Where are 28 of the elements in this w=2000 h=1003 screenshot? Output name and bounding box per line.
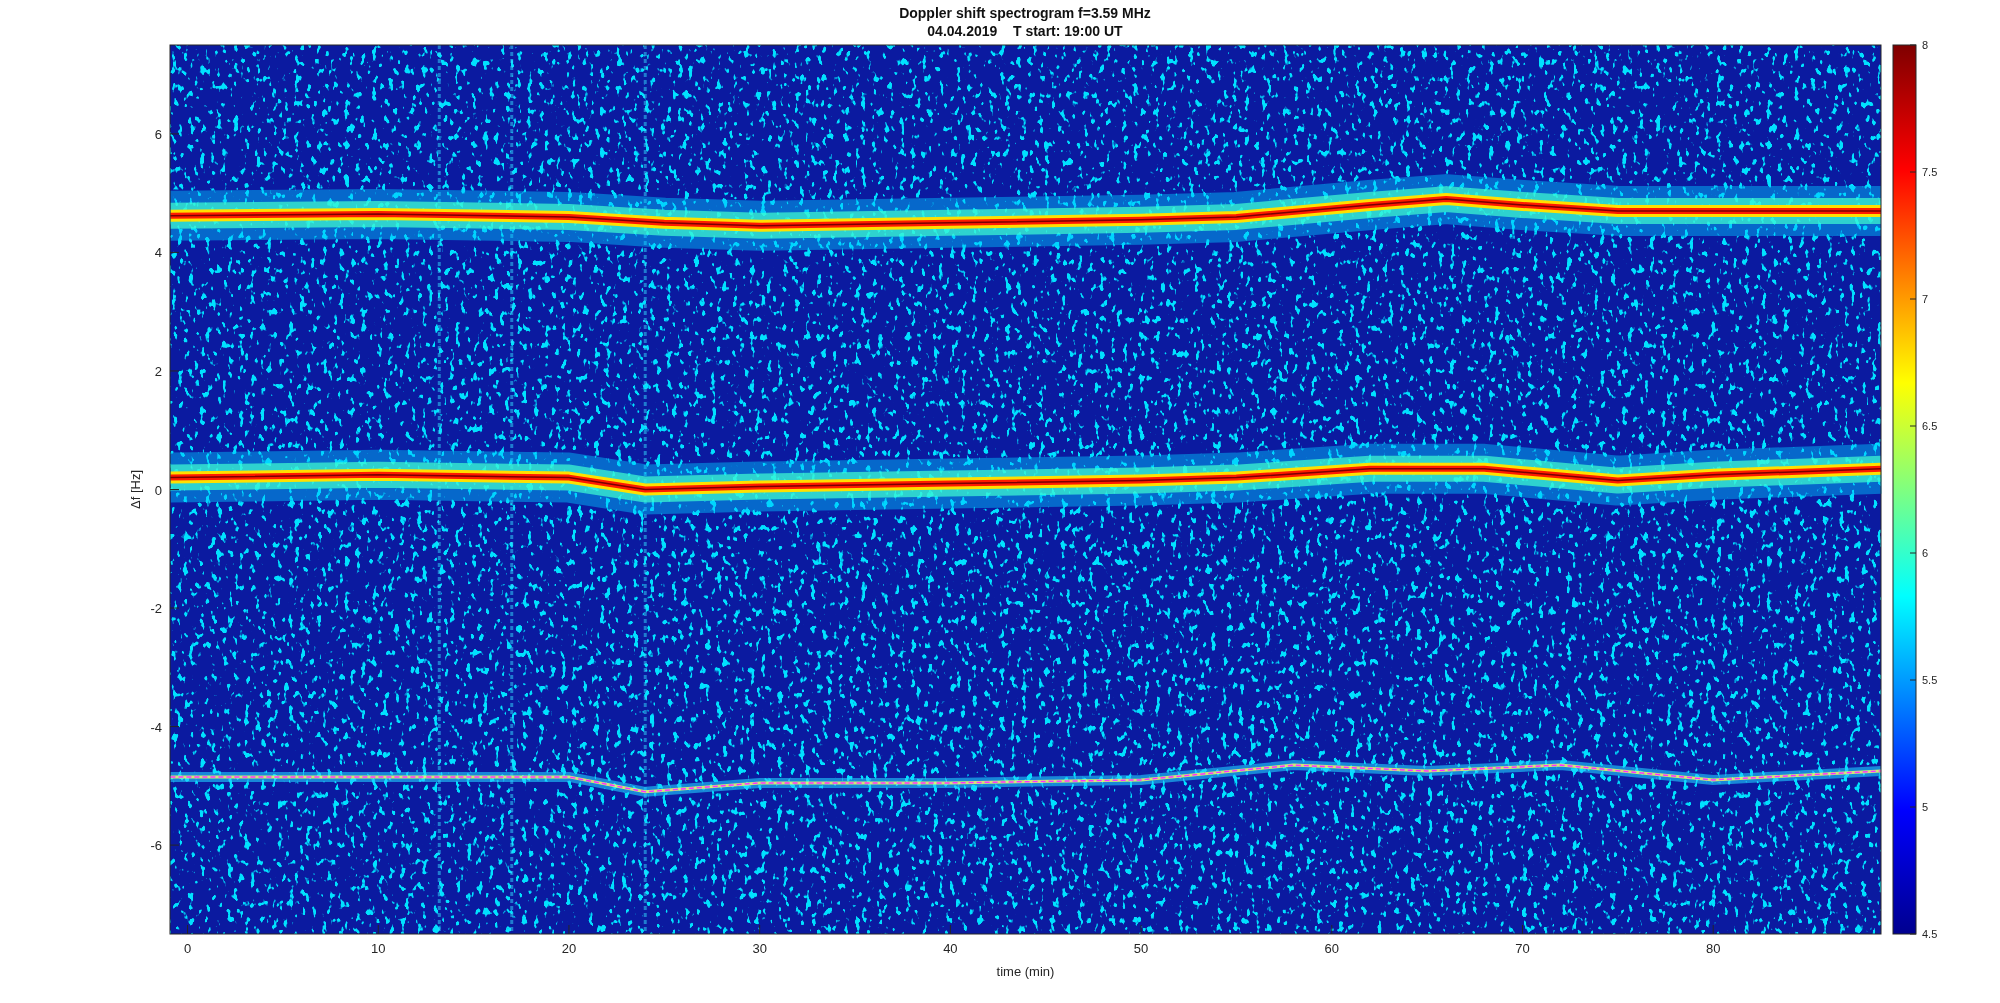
colorbar-tick-label: 6.5	[1922, 420, 1938, 432]
x-tick-label: 30	[752, 941, 767, 956]
colorbar-tick-label: 5	[1922, 801, 1929, 813]
colorbar-tick-label: 8	[1922, 39, 1929, 51]
x-axis-label: time (min)	[996, 964, 1055, 979]
y-tick-label: -6	[150, 838, 162, 854]
x-tick-label: 70	[1515, 941, 1530, 956]
y-tick-label: 4	[154, 245, 162, 261]
chart-title: 04.04.2019 T start: 19:00 UT	[927, 23, 1123, 39]
y-tick-label: -4	[150, 719, 162, 735]
y-axis-label: Δf [Hz]	[128, 470, 143, 509]
colorbar-tick-label: 7	[1922, 293, 1929, 305]
y-tick-label: 6	[154, 126, 162, 142]
chart-title: Doppler shift spectrogram f=3.59 MHz	[899, 5, 1151, 21]
x-tick-label: 50	[1133, 941, 1149, 956]
y-tick-label: 0	[154, 482, 162, 498]
colorbar-tick-label: 7.5	[1922, 166, 1938, 178]
x-tick-label: 80	[1705, 941, 1721, 956]
x-tick-label: 20	[561, 941, 577, 956]
colorbar-tick-label: 6	[1922, 547, 1929, 559]
x-tick-label: 40	[943, 941, 958, 956]
x-tick-label: 0	[183, 941, 192, 956]
x-tick-label: 60	[1324, 941, 1339, 956]
colorbar-tick-label: 5.5	[1922, 674, 1938, 686]
y-tick-label: 2	[154, 363, 162, 379]
x-tick-label: 10	[371, 941, 386, 956]
colorbar-tick-label: 4.5	[1922, 928, 1938, 940]
y-tick-label: -2	[150, 601, 162, 617]
